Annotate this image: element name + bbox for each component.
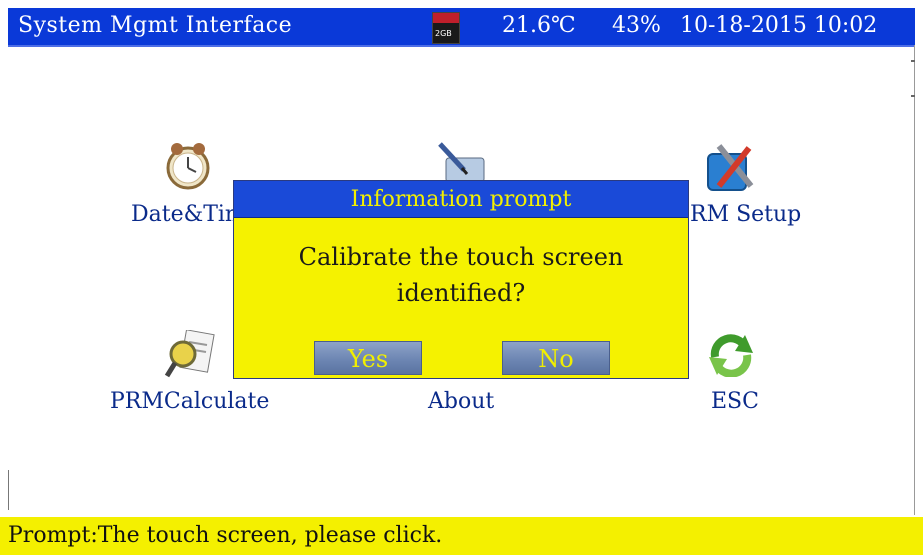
clock-icon [166, 143, 210, 190]
menu-label-esc: ESC [711, 389, 759, 414]
stylus-tablet-icon [438, 142, 485, 182]
temperature-readout: 21.6℃ [502, 13, 576, 38]
date-time-readout: 10-18-2015 10:02 [680, 13, 878, 38]
sd-card-icon: 2GB [432, 12, 460, 44]
tools-icon [707, 144, 754, 191]
window-title: System Mgmt Interface [18, 13, 293, 38]
edge-tick [911, 95, 915, 97]
menu-label-prm-setup: RM Setup [690, 202, 802, 227]
right-edge-line [914, 45, 915, 515]
yes-button[interactable]: Yes [314, 341, 422, 375]
title-bar: System Mgmt Interface 2GB 21.6℃ 43% 10-1… [8, 8, 915, 47]
prompt-bar: Prompt:The touch screen, please click. [0, 517, 923, 555]
sd-card-label: 2GB [435, 29, 452, 38]
no-button[interactable]: No [502, 341, 610, 375]
magnifier-document-icon [164, 330, 215, 378]
menu-label-prm-calculate: PRMCalculate [110, 389, 270, 414]
left-edge-line [8, 470, 9, 510]
edge-tick [911, 60, 915, 62]
information-dialog: Information prompt Calibrate the touch s… [233, 180, 689, 379]
humidity-readout: 43% [612, 13, 661, 38]
green-refresh-icon [709, 334, 753, 377]
dialog-title: Information prompt [234, 181, 688, 218]
menu-label-date-time: Date&Tim [131, 202, 246, 227]
menu-label-about: About [428, 389, 495, 414]
dialog-message: Calibrate the touch screen identified? [298, 243, 624, 307]
